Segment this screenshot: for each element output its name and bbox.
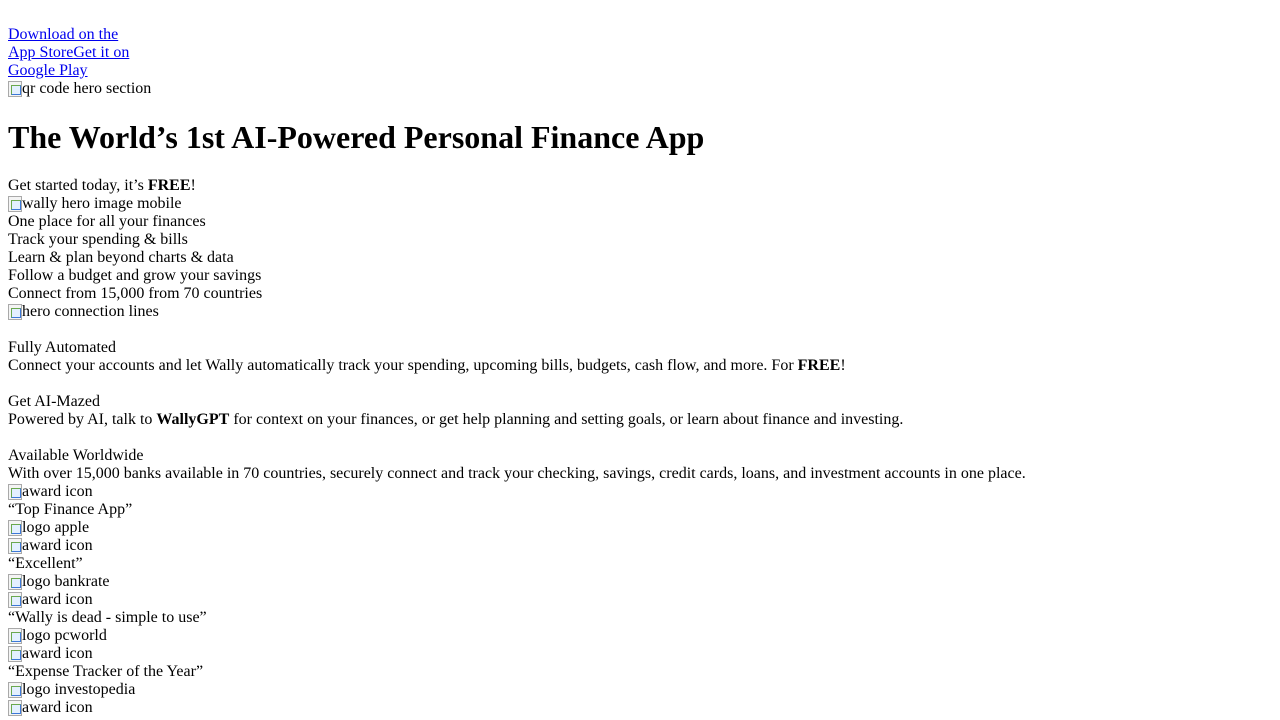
feature-description: Powered by AI, talk to WallyGPT for cont… [8, 411, 1272, 429]
award-logo-alt: logo apple [22, 519, 90, 536]
award-icon-alt: award icon [22, 483, 93, 500]
award-icon-alt: award icon [22, 645, 93, 662]
hero-image-alt: wally hero image mobile [22, 195, 182, 212]
feature-desc-prefix: With over 15,000 banks available in 70 c… [8, 465, 1026, 482]
hero-title: The World’s 1st AI-Powered Personal Fina… [8, 119, 705, 155]
cta-suffix: ! [190, 177, 196, 194]
broken-image-icon [8, 196, 22, 212]
qr-code-alt: qr code hero section [22, 80, 152, 97]
hero-bullet: Follow a budget and grow your savings [8, 267, 262, 284]
broken-image-icon [8, 81, 22, 97]
award-icon-image: award icon [8, 699, 1272, 717]
bankrate-logo-icon [8, 574, 22, 590]
award-icon-alt: award icon [22, 591, 93, 608]
feature-desc-prefix: Powered by AI, talk to [8, 411, 157, 428]
feature-title: Get AI-Mazed [8, 393, 100, 410]
award-logo-alt: logo bankrate [22, 573, 110, 590]
feature-title: Available Worldwide [8, 447, 144, 464]
hero-bullet: One place for all your finances [8, 213, 206, 230]
award-quote: “Wally is dead - simple to use” [8, 609, 207, 626]
award-icon-image: award icon [8, 645, 1272, 663]
award-icon-alt: award icon [22, 537, 93, 554]
award-icon [8, 538, 22, 554]
broken-image-icon [8, 304, 22, 320]
google-play-line2[interactable]: Google Play [8, 62, 88, 79]
feature-desc-bold: WallyGPT [156, 411, 230, 428]
top-spacer [8, 8, 1272, 26]
app-store-line2[interactable]: App Store [8, 44, 73, 61]
award-icon [8, 646, 22, 662]
award-logo-alt: logo pcworld [22, 627, 107, 644]
award-icon-alt: award icon [22, 699, 93, 716]
award-icon-image: award icon [8, 537, 1272, 555]
hero-bullet: Learn & plan beyond charts & data [8, 249, 234, 266]
hero-image: wally hero image mobile [8, 195, 1272, 213]
apple-logo-icon [8, 520, 22, 536]
award-logo-alt: logo investopedia [22, 681, 136, 698]
app-store-line1[interactable]: Download on the [8, 26, 118, 43]
cta-prefix: Get started today, it’s [8, 177, 148, 194]
award-quote: “Excellent” [8, 555, 83, 572]
award-quote: “Top Finance App” [8, 501, 133, 518]
feature-desc-suffix: ! [840, 357, 846, 374]
award-icon-image: award icon [8, 483, 1272, 501]
connection-lines-alt: hero connection lines [22, 303, 159, 320]
connection-lines-image: hero connection lines [8, 303, 1272, 321]
qr-code-image: qr code hero section [8, 80, 1272, 98]
feature-desc-suffix: for context on your finances, or get hel… [229, 411, 904, 428]
award-icon [8, 700, 22, 716]
award-logo-image: logo investopedia [8, 681, 1272, 699]
award-quote: “Expense Tracker of the Year” [8, 663, 204, 680]
feature-description: With over 15,000 banks available in 70 c… [8, 465, 1272, 483]
award-logo-image: logo bankrate [8, 573, 1272, 591]
feature-desc-prefix: Connect your accounts and let Wally auto… [8, 357, 798, 374]
award-logo-image: logo apple [8, 519, 1272, 537]
feature-title: Fully Automated [8, 339, 116, 356]
hero-bullet: Track your spending & bills [8, 231, 188, 248]
google-play-line1[interactable]: Get it on [73, 44, 129, 61]
cta-bold: FREE [147, 177, 191, 194]
award-icon [8, 484, 22, 500]
award-logo-image: logo pcworld [8, 627, 1272, 645]
award-icon [8, 592, 22, 608]
hero-bullet: Connect from 15,000 from 70 countries [8, 285, 263, 302]
investopedia-logo-icon [8, 682, 22, 698]
feature-desc-bold: FREE [797, 357, 841, 374]
hero-cta: Get started today, it’s FREE! [8, 177, 1272, 195]
award-icon-image: award icon [8, 591, 1272, 609]
page: Download on the App StoreGet it on Google … [0, 0, 1280, 717]
feature-description: Connect your accounts and let Wally auto… [8, 357, 1272, 375]
pcworld-logo-icon [8, 628, 22, 644]
store-links: Download on the App StoreGet it on Google … [8, 26, 133, 80]
